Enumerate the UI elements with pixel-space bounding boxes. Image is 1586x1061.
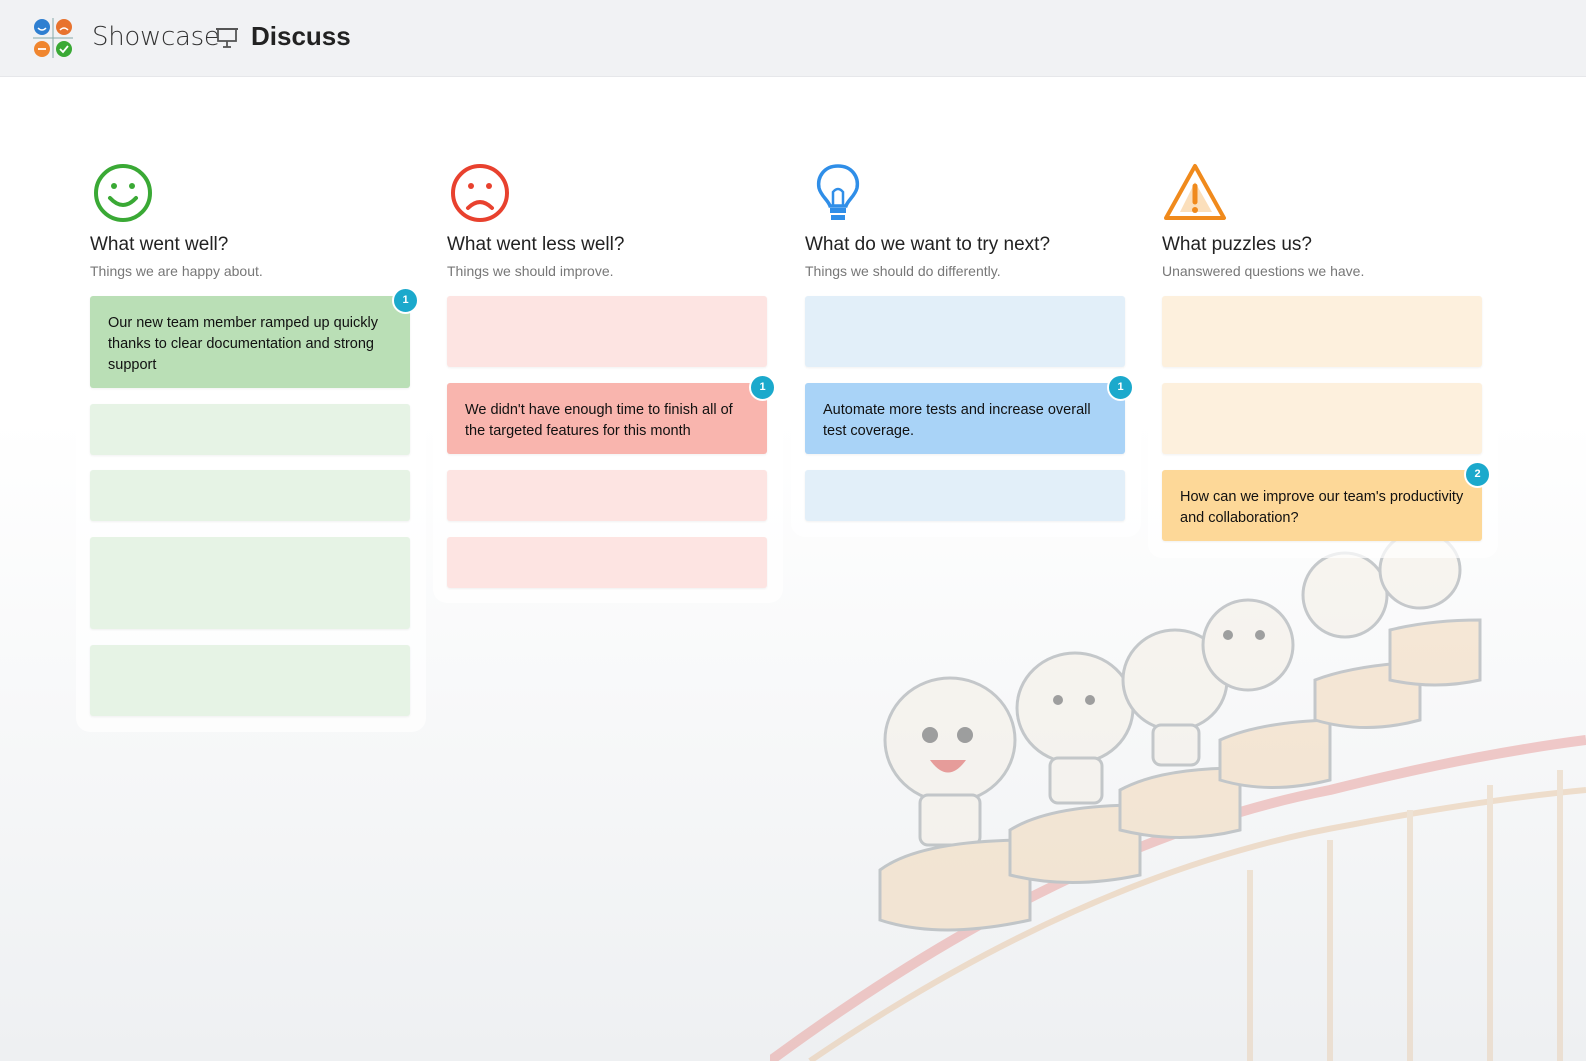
empty-card-slot[interactable] [447, 537, 767, 588]
vote-count-badge: 2 [1464, 461, 1491, 488]
empty-card-slot[interactable] [805, 470, 1125, 521]
warning-icon [1164, 164, 1226, 220]
empty-card-slot[interactable] [447, 470, 767, 521]
empty-card-slot[interactable] [1162, 383, 1482, 454]
empty-card-slot[interactable] [1162, 296, 1482, 367]
retro-card[interactable]: How can we improve our team's productivi… [1162, 461, 1491, 541]
card-text: We didn't have enough time to finish all… [465, 402, 733, 439]
column-subtitle: Unanswered questions we have. [1162, 263, 1365, 279]
card-text: Automate more tests and increase overall… [823, 402, 1091, 439]
smiley-face-icon [94, 164, 152, 222]
card-text: Our new team member ramped up quickly th… [108, 315, 378, 373]
retro-card[interactable]: Automate more tests and increase overall… [805, 374, 1134, 454]
column-title: What went well? [90, 234, 229, 255]
empty-card-slot[interactable] [90, 470, 410, 521]
column-title: What puzzles us? [1162, 234, 1312, 255]
rollercoaster-illustration [770, 540, 1586, 1061]
card-text: How can we improve our team's productivi… [1180, 489, 1464, 526]
column-try-next: What do we want to try next? Things we s… [791, 150, 1141, 537]
app-title[interactable]: Showcase [92, 22, 220, 52]
column-subtitle: Things we should improve. [447, 263, 614, 279]
empty-card-slot[interactable] [90, 645, 410, 716]
column-went-less-well: What went less well? Things we should im… [433, 150, 783, 603]
column-subtitle: Things we are happy about. [90, 263, 263, 279]
column-title: What went less well? [447, 234, 625, 255]
retrospective-logo-icon[interactable] [31, 16, 75, 60]
lightbulb-icon [816, 164, 860, 220]
column-went-well: What went well? Things we are happy abou… [76, 150, 426, 732]
empty-card-slot[interactable] [805, 296, 1125, 367]
empty-card-slot[interactable] [90, 404, 410, 455]
presentation-board-icon [216, 28, 238, 48]
board-title: Discuss [251, 21, 351, 51]
top-bar: Showcase Discuss [0, 0, 1586, 77]
vote-count-badge: 1 [1107, 374, 1134, 401]
retro-card[interactable]: Our new team member ramped up quickly th… [90, 287, 419, 388]
empty-card-slot[interactable] [90, 537, 410, 629]
vote-count-badge: 1 [749, 374, 776, 401]
vote-count-badge: 1 [392, 287, 419, 314]
retro-card[interactable]: We didn't have enough time to finish all… [447, 374, 776, 454]
sad-face-icon [451, 164, 509, 222]
column-subtitle: Things we should do differently. [805, 263, 1001, 279]
empty-card-slot[interactable] [447, 296, 767, 367]
column-puzzles-us: What puzzles us? Unanswered questions we… [1148, 150, 1498, 558]
column-title: What do we want to try next? [805, 234, 1051, 255]
